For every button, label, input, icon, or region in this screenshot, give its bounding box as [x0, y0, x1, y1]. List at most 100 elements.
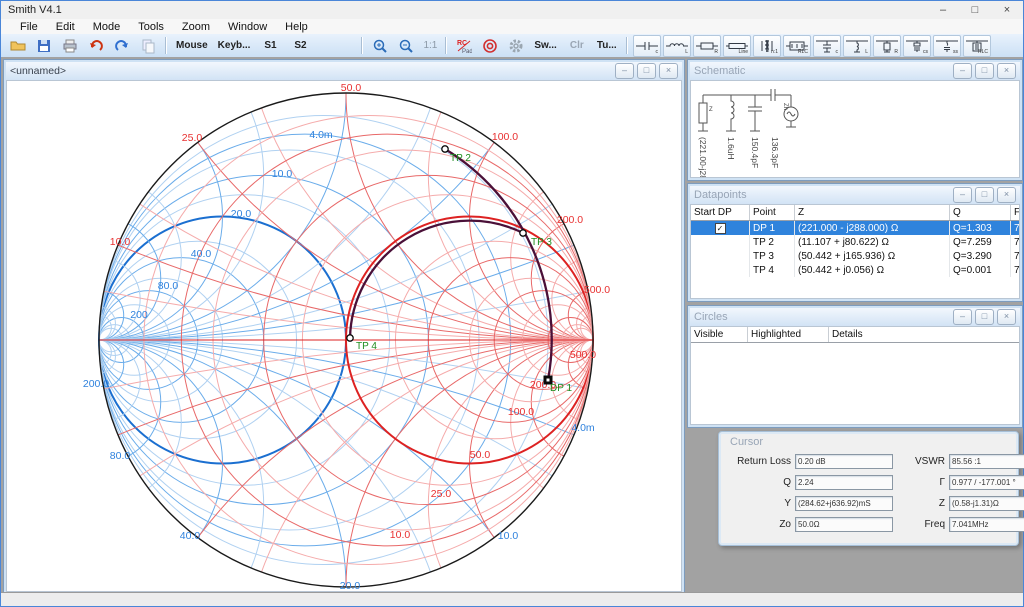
shunt-inductor-button[interactable]: L — [843, 35, 871, 57]
datapoints-column-start-dp[interactable]: Start DP — [691, 205, 750, 221]
zoom-ratio-button[interactable]: 1:1 — [419, 40, 441, 51]
target-button[interactable] — [477, 36, 503, 56]
circles-restore-button[interactable]: □ — [975, 309, 994, 325]
tool-button-tu[interactable]: Tu... — [592, 36, 622, 56]
workspace: <unnamed> –□× 10.025.050.0100.0200.0500.… — [1, 57, 1023, 606]
mode-button-s1[interactable]: S1 — [255, 36, 285, 56]
circles-panel: Circles –□× VisibleHighlightedDetails — [687, 305, 1023, 428]
print-button[interactable] — [57, 36, 83, 56]
schematic-canvas[interactable]: ZZn(221.00-j2881.6uH150.4pF136.3pF — [690, 80, 1020, 178]
chart-restore-button[interactable]: □ — [637, 63, 656, 79]
chart-window-titlebar[interactable]: <unnamed> –□× — [6, 62, 682, 80]
menu-file[interactable]: File — [11, 21, 47, 33]
svg-text:Pad: Pad — [462, 49, 472, 54]
schematic-restore-button[interactable]: □ — [975, 63, 994, 79]
datapoints-restore-button[interactable]: □ — [975, 187, 994, 203]
tool-button-clr[interactable]: Clr — [562, 36, 592, 56]
transmission-line-button[interactable]: Line — [723, 35, 751, 57]
circles-column-visible[interactable]: Visible — [691, 327, 748, 343]
cursor-field-return-loss[interactable]: 0.20 dB — [795, 454, 893, 469]
chart-close-button[interactable]: × — [659, 63, 678, 79]
menubar: FileEditModeToolsZoomWindowHelp — [1, 19, 1023, 34]
testpoint-marker[interactable] — [520, 230, 526, 236]
circles-close-button[interactable]: × — [997, 309, 1016, 325]
cursor-field-q[interactable]: 2.24 — [795, 475, 893, 490]
cursor-field-z[interactable]: (0.58-j1.31)Ω — [949, 496, 1024, 511]
tool-button-sw[interactable]: Sw... — [529, 36, 561, 56]
gear-button[interactable] — [503, 36, 529, 56]
undo-button[interactable] — [83, 36, 109, 56]
datapoints-column-q[interactable]: Q — [950, 205, 1011, 221]
datapoints-column-frequency[interactable]: Frequency — [1011, 205, 1021, 221]
mode-button-mouse[interactable]: Mouse — [171, 36, 213, 56]
start-dp-checkbox[interactable]: ✓ — [715, 223, 726, 234]
reactance-label: 50.0 — [341, 82, 362, 94]
datapoint-row-tp-4[interactable]: TP 4(50.442 + j0.056) ΩQ=0.0017.041MHz — [691, 263, 1020, 277]
cursor-label-q: Q — [727, 477, 795, 488]
minimize-button[interactable]: – — [927, 1, 959, 19]
testpoint-marker[interactable] — [442, 146, 448, 152]
shunt-rlc-button[interactable]: RLC — [963, 35, 991, 57]
testpoint-marker[interactable] — [347, 335, 353, 341]
cursor-field-zo[interactable]: 50.0Ω — [795, 517, 893, 532]
maximize-button[interactable]: □ — [959, 1, 991, 19]
series-rlc-button[interactable]: RLC — [783, 35, 811, 57]
cursor-field-y[interactable]: (284.62+j636.92)mS — [795, 496, 893, 511]
menu-tools[interactable]: Tools — [129, 21, 173, 33]
menu-zoom[interactable]: Zoom — [173, 21, 219, 33]
cursor-label-freq: Freq — [905, 519, 949, 530]
smith-chart-area[interactable]: 10.025.050.0100.0200.0500.0500.0200.0100… — [6, 80, 682, 592]
redo-button[interactable] — [109, 36, 135, 56]
load-resistor[interactable] — [699, 103, 707, 123]
circles-column-highlighted[interactable]: Highlighted — [748, 327, 829, 343]
mode-button-keyb[interactable]: Keyb... — [213, 36, 256, 56]
datapoints-close-button[interactable]: × — [997, 187, 1016, 203]
close-button[interactable]: × — [991, 1, 1023, 19]
shunt-series-ls-button[interactable]: ss — [933, 35, 961, 57]
cursor-field-[interactable]: 0.977 / -177.001 ° — [949, 475, 1024, 490]
rc-pad-button[interactable]: RCPad — [451, 36, 477, 56]
zoom-in-button[interactable] — [367, 36, 393, 56]
toolbar-separator — [165, 37, 167, 54]
circles-panel-titlebar[interactable]: Circles –□× — [690, 308, 1020, 326]
circles-minimize-button[interactable]: – — [953, 309, 972, 325]
series-inductor-button[interactable]: L — [663, 35, 691, 57]
schematic-panel-titlebar[interactable]: Schematic –□× — [690, 62, 1020, 80]
circles-column-details[interactable]: Details — [829, 327, 1021, 343]
zoom-out-button[interactable] — [393, 36, 419, 56]
series-capacitor-symbol[interactable] — [771, 89, 775, 101]
datapoints-column-point[interactable]: Point — [750, 205, 795, 221]
cursor-field-freq[interactable]: 7.041MHz — [949, 517, 1024, 532]
series-resistor-button[interactable]: R — [693, 35, 721, 57]
datapoints-minimize-button[interactable]: – — [953, 187, 972, 203]
schematic-close-button[interactable]: × — [997, 63, 1016, 79]
resistance-label: 500.0 — [570, 349, 596, 361]
menu-help[interactable]: Help — [276, 21, 317, 33]
shunt-capacitor-button[interactable]: c — [813, 35, 841, 57]
mode-button-s2[interactable]: S2 — [285, 36, 315, 56]
svg-text:c: c — [655, 49, 658, 55]
schematic-minimize-button[interactable]: – — [953, 63, 972, 79]
smith-chart[interactable]: 10.025.050.0100.0200.0500.0500.0200.0100… — [7, 81, 682, 592]
menu-mode[interactable]: Mode — [84, 21, 130, 33]
chart-minimize-button[interactable]: – — [615, 63, 634, 79]
shunt-inductor-symbol[interactable] — [726, 95, 736, 131]
shunt-resistor-button[interactable]: R — [873, 35, 901, 57]
datapoints-panel-titlebar[interactable]: Datapoints –□× — [690, 186, 1020, 204]
cursor-field-vswr[interactable]: 85.56 :1 — [949, 454, 1024, 469]
datapoint-row-tp-2[interactable]: TP 2(11.107 + j80.622) ΩQ=7.2597.041MHz — [691, 235, 1020, 249]
svg-text:n:1: n:1 — [771, 49, 778, 55]
circles-panel-title: Circles — [694, 311, 728, 323]
shunt-series-cs-button[interactable]: cs — [903, 35, 931, 57]
save-button[interactable] — [31, 36, 57, 56]
menu-window[interactable]: Window — [219, 21, 276, 33]
series-capacitor-button[interactable]: c — [633, 35, 661, 57]
copy-button[interactable] — [135, 36, 161, 56]
open-button[interactable] — [5, 36, 31, 56]
transformer-button[interactable]: n:1 — [753, 35, 781, 57]
datapoints-column-z[interactable]: Z — [795, 205, 950, 221]
datapoint-row-dp-1[interactable]: ✓DP 1(221.000 - j288.000) ΩQ=1.3037.041M… — [691, 221, 1020, 236]
menu-edit[interactable]: Edit — [47, 21, 84, 33]
datapoint-row-tp-3[interactable]: TP 3(50.442 + j165.936) ΩQ=3.2907.041MHz — [691, 249, 1020, 263]
shunt-capacitor-symbol[interactable] — [748, 95, 762, 131]
